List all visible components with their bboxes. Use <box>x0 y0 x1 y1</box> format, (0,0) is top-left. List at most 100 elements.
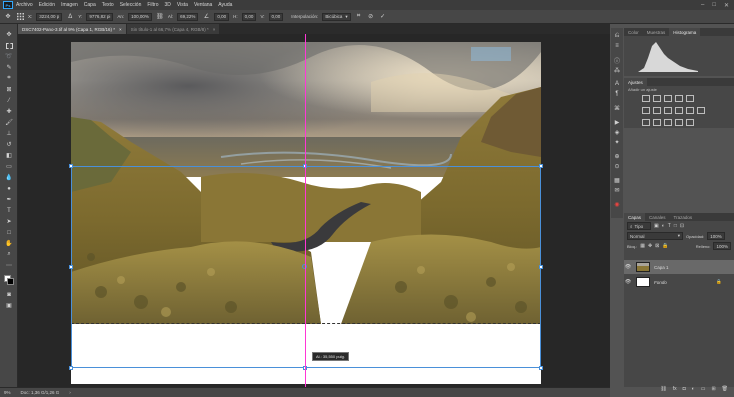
close-window-button[interactable]: ✕ <box>724 2 729 9</box>
v-skew-field[interactable]: 0,00 <box>268 12 284 21</box>
tab-document-1[interactable]: DSC7402-Pano-3.tif al 9% (Capa 1, RGB/16… <box>18 24 127 34</box>
eye-icon[interactable]: 👁 <box>624 264 632 270</box>
more-tools-icon[interactable]: ⋯ <box>4 261 14 270</box>
crop-tool-icon[interactable]: ⌗ <box>4 74 14 83</box>
channel-mixer-icon[interactable] <box>686 107 694 114</box>
eyedropper-icon[interactable]: ⁄ <box>4 96 14 105</box>
eraser-icon[interactable]: ◧ <box>4 151 14 160</box>
lock-position-icon[interactable]: ✥ <box>648 243 652 249</box>
gradient-map-icon[interactable] <box>675 119 683 126</box>
filter-pixel-icon[interactable]: ▣ <box>654 223 659 229</box>
height-field[interactable]: 69,22% <box>177 12 199 21</box>
frame-tool-icon[interactable]: ⊠ <box>4 85 14 94</box>
tab-histogram[interactable]: Histograma <box>669 28 701 36</box>
transform-handle-bottom-right[interactable] <box>539 366 543 370</box>
blur-tool-icon[interactable]: 💧 <box>4 173 14 182</box>
x-position-field[interactable]: 3224,00 p <box>36 12 63 21</box>
pen-tool-icon[interactable]: ✒ <box>4 195 14 204</box>
menu-texto[interactable]: Texto <box>102 2 114 8</box>
tab-swatches[interactable]: Muestras <box>643 28 670 36</box>
menu-filtro[interactable]: Filtro <box>147 2 158 8</box>
fill-field[interactable]: 100% <box>713 242 731 250</box>
vertical-guide[interactable] <box>305 34 306 387</box>
layer-row-fondo[interactable]: 👁 Fondo 🔒 <box>624 275 734 289</box>
character-icon[interactable]: A <box>613 80 621 88</box>
menu-imagen[interactable]: Imagen <box>61 2 78 8</box>
curves-icon[interactable] <box>664 95 672 102</box>
menu-seleccion[interactable]: Selección <box>120 2 142 8</box>
marquee-tool-icon[interactable] <box>4 41 14 50</box>
tab-paths[interactable]: Trazados <box>670 213 697 221</box>
styles-icon[interactable]: ◈ <box>613 128 621 136</box>
color-lookup-icon[interactable] <box>697 107 705 114</box>
layer-style-icon[interactable]: fx <box>673 386 677 392</box>
transform-handle-top-left[interactable] <box>69 164 73 168</box>
menu-archivo[interactable]: Archivo <box>16 2 33 8</box>
quick-mask-icon[interactable]: ◙ <box>4 290 14 299</box>
clone-source-icon[interactable]: ⊙ <box>613 162 621 170</box>
brush-tool-icon[interactable]: 🖌 <box>4 118 14 127</box>
status-arrow[interactable]: › <box>69 390 71 395</box>
filter-smart-icon[interactable]: ⊡ <box>680 223 684 229</box>
clone-stamp-icon[interactable]: ⊥ <box>4 129 14 138</box>
new-group-icon[interactable]: ▭ <box>701 386 706 392</box>
lock-artboard-icon[interactable]: ⊠ <box>655 243 659 249</box>
move-tool-icon[interactable]: ✥ <box>4 30 14 39</box>
tool-presets-icon[interactable]: ⊕ <box>613 152 621 160</box>
gradient-tool-icon[interactable]: ▭ <box>4 162 14 171</box>
new-adjustment-icon[interactable]: ◐ <box>692 386 695 392</box>
blend-mode-select[interactable]: Normal ▾ <box>627 232 683 240</box>
threshold-icon[interactable] <box>664 119 672 126</box>
width-field[interactable]: 100,00% <box>128 12 152 21</box>
delete-layer-icon[interactable]: 🗑 <box>722 386 728 392</box>
timeline-icon[interactable]: ▦ <box>613 176 621 184</box>
posterize-icon[interactable] <box>653 119 661 126</box>
photoshop-logo[interactable]: Ps <box>3 1 13 9</box>
quick-selection-icon[interactable]: ✎ <box>4 63 14 72</box>
transform-handle-middle-left[interactable] <box>69 265 73 269</box>
path-selection-icon[interactable]: ➤ <box>4 217 14 226</box>
tab-adjustments[interactable]: Ajustes <box>624 78 647 86</box>
hue-saturation-icon[interactable] <box>642 107 650 114</box>
vibrance-icon[interactable] <box>686 95 694 102</box>
menu-ayuda[interactable]: Ayuda <box>218 2 232 8</box>
tab-document-2[interactable]: Sin título-1 al 66,7% (Capa 4, RGB/8) * … <box>126 24 221 34</box>
hand-tool-icon[interactable]: ✋ <box>4 239 14 248</box>
link-icon[interactable]: ⛓ <box>156 13 164 21</box>
exposure-icon[interactable] <box>675 95 683 102</box>
menu-ventana[interactable]: Ventana <box>194 2 212 8</box>
paragraph-icon[interactable]: ¶ <box>613 90 621 98</box>
paths-icon[interactable]: ✦ <box>613 138 621 146</box>
cancel-transform-icon[interactable]: ⊘ <box>367 13 375 21</box>
menu-capa[interactable]: Capa <box>84 2 96 8</box>
info-icon[interactable]: ⓘ <box>613 56 621 65</box>
add-mask-icon[interactable]: ◘ <box>683 386 686 392</box>
layer-row-capa-1[interactable]: 👁 Capa 1 <box>624 260 734 274</box>
move-tool-icon[interactable]: ✥ <box>4 13 12 21</box>
rectangle-tool-icon[interactable]: □ <box>4 228 14 237</box>
dodge-tool-icon[interactable]: ● <box>4 184 14 193</box>
menu-vista[interactable]: Vista <box>177 2 188 8</box>
transform-handle-top-right[interactable] <box>539 164 543 168</box>
menu-3d[interactable]: 3D <box>165 2 171 8</box>
brightness-icon[interactable] <box>642 95 650 102</box>
notes-icon[interactable]: ✉ <box>613 186 621 194</box>
background-color-swatch[interactable] <box>7 278 14 285</box>
lock-all-icon[interactable]: 🔒 <box>662 243 668 249</box>
menu-edicion[interactable]: Edición <box>39 2 55 8</box>
angle-field[interactable]: 0,00 <box>214 12 230 21</box>
actions-icon[interactable]: ▶ <box>613 118 621 126</box>
commit-transform-icon[interactable]: ✓ <box>379 13 387 21</box>
filter-adjustment-icon[interactable]: ◐ <box>662 223 665 229</box>
maximize-button[interactable]: □ <box>712 2 716 9</box>
layer-filter-select[interactable]: ⌕ Tipo <box>627 222 651 230</box>
invert-icon[interactable] <box>642 119 650 126</box>
color-swatches[interactable] <box>3 274 15 286</box>
tab-layers[interactable]: Capas <box>624 213 646 221</box>
glyphs-icon[interactable]: ⌘ <box>613 104 621 112</box>
layer-name[interactable]: Fondo <box>654 280 667 285</box>
link-layers-icon[interactable]: ⛓ <box>660 386 666 392</box>
healing-brush-icon[interactable]: ✚ <box>4 107 14 116</box>
close-tab-icon[interactable]: × <box>119 27 122 32</box>
adobe-plugin-icon[interactable]: ◉ <box>613 200 621 208</box>
